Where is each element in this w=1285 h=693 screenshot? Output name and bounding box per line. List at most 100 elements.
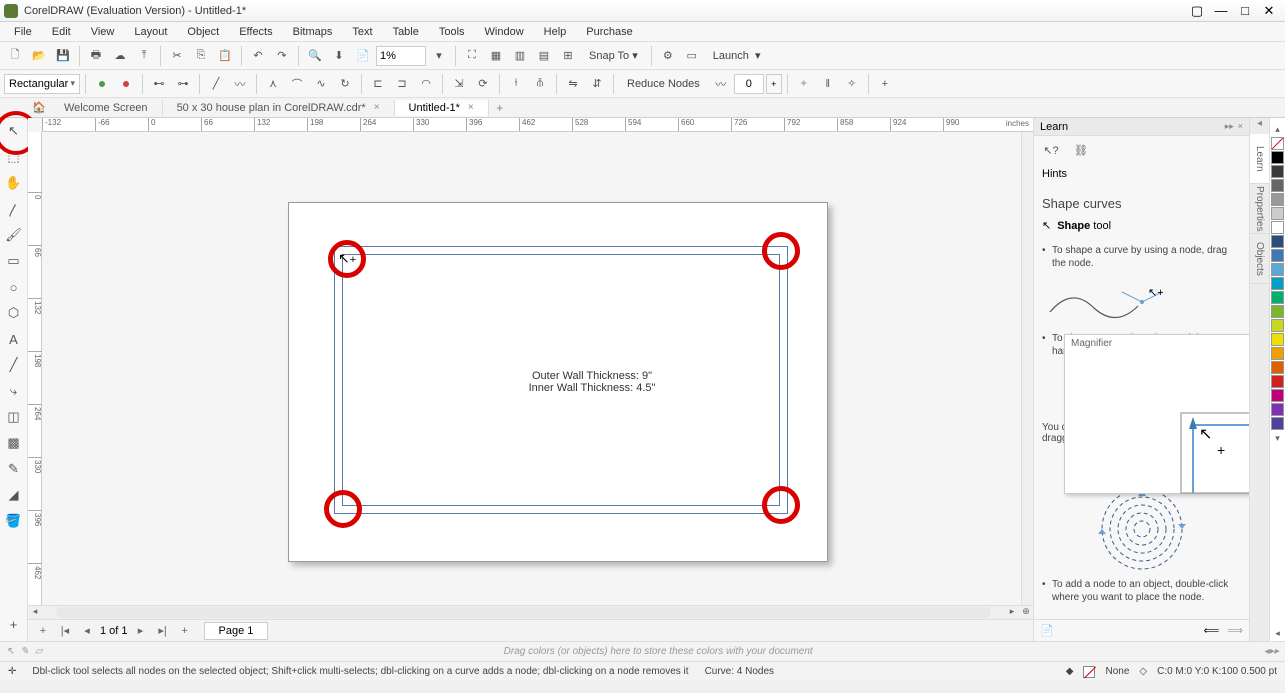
menu-help[interactable]: Help [534,24,577,40]
scrollbar-horizontal[interactable] [56,607,991,618]
prev-page-icon[interactable]: ◂ [78,623,96,639]
pdf-icon[interactable]: 📄 [352,45,374,67]
palette-eyedropper-icon[interactable]: ✎ [20,646,28,657]
forward-icon[interactable]: ⟹ [1227,624,1243,637]
menu-purchase[interactable]: Purchase [576,24,642,40]
color-swatch[interactable] [1271,389,1284,402]
color-swatch[interactable] [1271,151,1284,164]
smart-fill-tool[interactable]: 🪣 [3,510,25,532]
color-swatch[interactable] [1271,375,1284,388]
parallel-dimension-tool[interactable]: ╱ [3,354,25,376]
snap-grid-icon[interactable]: ▤ [533,45,555,67]
eyedropper-tool[interactable]: ✎ [3,458,25,480]
connector-tool[interactable]: ⤷ [3,380,25,402]
color-swatch[interactable] [1271,403,1284,416]
reverse-direction-icon[interactable]: ↻ [334,73,356,95]
break-curve-icon[interactable]: ⊶ [172,73,194,95]
add-page-after-icon[interactable]: + [176,623,194,639]
smoothness-increase[interactable]: + [766,74,782,94]
fill-indicator-icon[interactable]: ◆ [1066,666,1074,677]
search-icon[interactable]: 🔍 [304,45,326,67]
color-swatch[interactable] [1271,249,1284,262]
close-curve-icon[interactable]: ◠ [415,73,437,95]
back-icon[interactable]: ⟸ [1203,624,1219,637]
color-swatch[interactable] [1271,417,1284,430]
palette-down-icon[interactable]: ▾ [1275,433,1280,444]
page-tab[interactable]: Page 1 [204,622,269,640]
ellipse-tool[interactable]: ○ [3,276,25,298]
save-icon[interactable]: 💾 [52,45,74,67]
fill-swatch[interactable] [1083,666,1095,678]
side-tab-learn[interactable]: Learn [1250,134,1269,184]
menu-edit[interactable]: Edit [42,24,81,40]
options-gear-icon[interactable]: ⚙ [657,45,679,67]
close-icon[interactable]: × [468,102,474,113]
align-nodes-v-icon[interactable]: ⫚ [529,73,551,95]
color-swatch[interactable] [1271,347,1284,360]
book-icon[interactable]: 📄 [1040,624,1054,637]
tab-file2[interactable]: Untitled-1*× [395,100,489,116]
print-icon[interactable]: 🖶 [85,45,107,67]
fullscreen-icon[interactable]: ⛶ [461,45,483,67]
palette-expand-icon[interactable]: ◂ [1275,628,1280,639]
polygon-tool[interactable]: ⬡ [3,302,25,324]
minimize-button[interactable]: — [1209,2,1233,20]
selection-mode-dropdown[interactable]: Rectangular [4,74,80,94]
scroll-right-icon[interactable]: ▸ [1005,606,1019,619]
reflect-h-icon[interactable]: ⇋ [562,73,584,95]
close-panel-icon[interactable]: × [1238,121,1243,132]
text-tool[interactable]: A [3,328,25,350]
scroll-left-icon[interactable]: ◂ [28,606,42,619]
swatch-none[interactable] [1271,137,1284,150]
quick-customize-icon[interactable]: + [3,613,25,635]
stretch-nodes-icon[interactable]: ⇲ [448,73,470,95]
smooth-node-icon[interactable]: ⌒ [286,73,308,95]
reflect-v-icon[interactable]: ⇵ [586,73,608,95]
artistic-media-tool[interactable]: 🖌 [3,224,25,246]
grid-icon[interactable]: ▦ [485,45,507,67]
ruler-vertical[interactable]: 066132198264330396462 [28,132,42,605]
extend-curve-icon[interactable]: ⊏ [367,73,389,95]
rotate-nodes-icon[interactable]: ⟳ [472,73,494,95]
zoom-dropdown-icon[interactable]: ▾ [428,45,450,67]
extract-subpath-icon[interactable]: ⊐ [391,73,413,95]
drop-shadow-tool[interactable]: ◫ [3,406,25,428]
align-nodes-h-icon[interactable]: ⫮ [505,73,527,95]
bounding-box-icon[interactable]: ✧ [841,73,863,95]
color-swatch[interactable] [1271,361,1284,374]
color-swatch[interactable] [1271,179,1284,192]
select-all-nodes-icon[interactable]: ‖ [817,73,839,95]
videos-tab-icon[interactable]: ⛓ [1070,139,1092,161]
menu-window[interactable]: Window [475,24,534,40]
maximize-button[interactable]: □ [1233,2,1257,20]
menu-text[interactable]: Text [342,24,382,40]
menu-effects[interactable]: Effects [229,24,282,40]
new-icon[interactable]: 🗋 [4,45,26,67]
symmetric-node-icon[interactable]: ∿ [310,73,332,95]
rectangle-tool[interactable]: ▭ [3,250,25,272]
redo-icon[interactable]: ↷ [271,45,293,67]
document-palette[interactable]: ↖ ✎ ▱ Drag colors (or objects) here to s… [0,641,1285,661]
color-swatch[interactable] [1271,221,1284,234]
menu-tools[interactable]: Tools [429,24,475,40]
menu-object[interactable]: Object [177,24,229,40]
tab-file1[interactable]: 50 x 30 house plan in CorelDRAW.cdr*× [163,100,395,116]
color-swatch[interactable] [1271,319,1284,332]
shape-tool[interactable]: ↖ [3,120,25,142]
navigator-icon[interactable]: ⊕ [1019,606,1033,619]
open-icon[interactable]: 📂 [28,45,50,67]
color-swatch[interactable] [1271,193,1284,206]
expand-dockers-icon[interactable]: ◂ [1250,118,1269,134]
close-button[interactable]: ✕ [1257,2,1281,20]
restore-small-icon[interactable]: ▢ [1185,2,1209,20]
pick-tool[interactable]: ⬚ [3,146,25,168]
pan-tool[interactable]: ✋ [3,172,25,194]
zoom-input[interactable] [376,46,426,66]
color-swatch[interactable] [1271,165,1284,178]
add-page-icon[interactable]: + [34,623,52,639]
tab-welcome[interactable]: Welcome Screen [50,100,163,116]
palette-menu-icon[interactable]: ▸ [1274,646,1279,657]
delete-node-icon[interactable] [115,73,137,95]
palette-up-icon[interactable]: ▴ [1275,124,1280,135]
collapse-panel-icon[interactable]: ▸▸ [1225,121,1234,132]
